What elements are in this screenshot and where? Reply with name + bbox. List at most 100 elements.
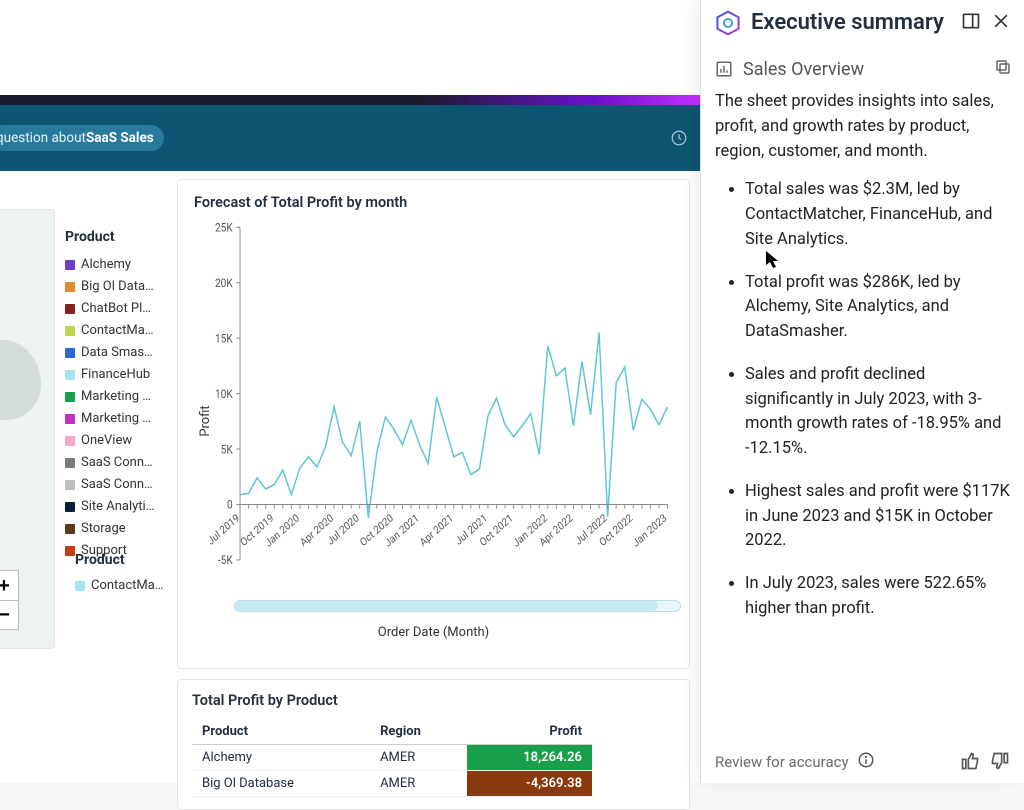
legend-item[interactable]: Storage (65, 521, 157, 536)
legend-swatch (65, 326, 75, 336)
summary-bullet: Sales and profit declined significantly … (745, 363, 1010, 462)
legend-label: Marketing … (81, 389, 151, 404)
legend-label: OneView (81, 433, 132, 448)
legend-swatch (65, 282, 75, 292)
legend-item[interactable]: OneView (65, 433, 157, 448)
legend-swatch (65, 502, 75, 512)
legend-item[interactable]: Site Analytics (65, 499, 157, 514)
table-header[interactable]: Profit (467, 719, 592, 745)
svg-text:15K: 15K (215, 332, 233, 346)
product-legend: Product Alchemy Big Ol Data… ChatBot Pl… Co… (55, 171, 163, 783)
ask-bar: question about SaaS Sales (0, 105, 700, 171)
cell-product: Alchemy (192, 745, 370, 771)
legend-item[interactable]: SaaS Conn… (65, 455, 157, 470)
executive-summary-panel: Executive summary Sales Overview The she… (700, 0, 1024, 783)
product-legend-2: Product ContactMa… (65, 536, 173, 600)
legend-label: ChatBot Pl… (81, 301, 151, 316)
legend-label: Marketing … (81, 411, 151, 426)
legend-swatch (65, 458, 75, 468)
legend-label: Big Ol Data… (81, 279, 154, 294)
info-icon[interactable] (857, 751, 879, 773)
legend-swatch (75, 581, 85, 591)
summary-intro: The sheet provides insights into sales, … (715, 90, 1010, 164)
legend-item[interactable]: Data Smas… (65, 345, 157, 360)
legend-label: FinanceHub (81, 367, 150, 382)
legend-swatch (65, 304, 75, 314)
profit-table-card: Total Profit by Product ProductRegionPro… (177, 679, 690, 810)
table-row[interactable]: Big Ol DatabaseAMER-4,369.38 (192, 771, 592, 797)
forecast-line-chart[interactable]: -5K05K10K15K20K25K Jul 2019Oct 2019Jan 2… (194, 221, 673, 621)
close-icon[interactable] (990, 10, 1012, 32)
svg-text:5K: 5K (221, 443, 233, 457)
legend-item[interactable]: SaaS Conn… (65, 477, 157, 492)
cell-product: Big Ol Database (192, 771, 370, 797)
legend-item[interactable]: Big Ol Data… (65, 279, 157, 294)
table-row[interactable]: AlchemyAMER18,264.26 (192, 745, 592, 771)
legend-item[interactable]: ContactMa… (65, 323, 157, 338)
panel-title: Executive summary (751, 10, 950, 35)
legend-label: ContactMa… (91, 578, 164, 593)
svg-text:20K: 20K (215, 276, 233, 290)
table-header[interactable]: Product (192, 719, 370, 745)
legend-label: ContactMa… (81, 323, 154, 338)
legend-item[interactable]: Marketing … (65, 389, 157, 404)
chart-range-scrollbar[interactable] (234, 600, 681, 612)
legend-swatch (65, 480, 75, 490)
legend-item[interactable]: FinanceHub (65, 367, 157, 382)
svg-text:-5K: -5K (218, 554, 233, 568)
legend-label: Data Smas… (81, 345, 153, 360)
svg-text:Jul 2019: Jul 2019 (205, 511, 242, 548)
history-icon[interactable] (670, 129, 688, 147)
zoom-in-button[interactable]: + (0, 570, 19, 600)
legend-swatch (65, 370, 75, 380)
copy-icon[interactable] (994, 58, 1012, 80)
thumbs-down-icon[interactable] (990, 751, 1012, 773)
legend-swatch (65, 260, 75, 270)
sheet-title: Sales Overview (743, 59, 984, 80)
forecast-chart-card: Forecast of Total Profit by month Profit… (177, 179, 690, 669)
q-logo-icon (715, 10, 741, 36)
mouse-cursor (765, 250, 781, 270)
cell-profit: 18,264.26 (467, 745, 592, 771)
top-gradient-bar (0, 95, 700, 105)
map-card[interactable]: + − (0, 209, 55, 649)
ask-topic: SaaS Sales (86, 130, 154, 146)
panel-layout-icon[interactable] (960, 10, 982, 32)
zoom-out-button[interactable]: − (0, 600, 19, 630)
map-landmass (0, 340, 41, 420)
table-header[interactable]: Region (370, 719, 467, 745)
chart-title: Forecast of Total Profit by month (194, 194, 673, 211)
cell-region: AMER (370, 771, 467, 797)
legend-item[interactable]: ContactMa… (75, 578, 173, 593)
profit-table[interactable]: ProductRegionProfit AlchemyAMER18,264.26… (192, 719, 592, 797)
legend-item[interactable]: Alchemy (65, 257, 157, 272)
svg-text:25K: 25K (215, 221, 233, 235)
legend2-title: Product (75, 552, 173, 568)
legend-swatch (65, 348, 75, 358)
summary-body: The sheet provides insights into sales, … (715, 90, 1012, 741)
ask-prefix: question about (0, 130, 86, 146)
svg-text:0: 0 (227, 498, 233, 512)
legend-label: Storage (81, 521, 126, 536)
cell-profit: -4,369.38 (467, 771, 592, 797)
y-axis-label: Profit (198, 405, 213, 436)
ask-pill[interactable]: question about SaaS Sales (0, 125, 164, 151)
legend-label: Site Analytics (81, 499, 157, 514)
legend-swatch (65, 436, 75, 446)
thumbs-up-icon[interactable] (960, 751, 982, 773)
summary-bullet: Total sales was $2.3M, led by ContactMat… (745, 178, 1010, 252)
legend-swatch (65, 392, 75, 402)
svg-text:Jan 2023: Jan 2023 (630, 511, 669, 550)
legend-label: Alchemy (81, 257, 131, 272)
table-title: Total Profit by Product (192, 692, 675, 709)
summary-bullet: Total profit was $286K, led by Alchemy, … (745, 271, 1010, 345)
legend-label: SaaS Conn… (81, 477, 153, 492)
legend-item[interactable]: Marketing … (65, 411, 157, 426)
svg-text:Apr 2021: Apr 2021 (417, 511, 455, 549)
summary-bullet: In July 2023, sales were 522.65% higher … (745, 572, 1010, 622)
legend-swatch (65, 414, 75, 424)
x-axis-label: Order Date (Month) (194, 625, 673, 640)
bar-chart-icon (715, 60, 733, 78)
legend-title: Product (65, 229, 157, 245)
legend-item[interactable]: ChatBot Pl… (65, 301, 157, 316)
